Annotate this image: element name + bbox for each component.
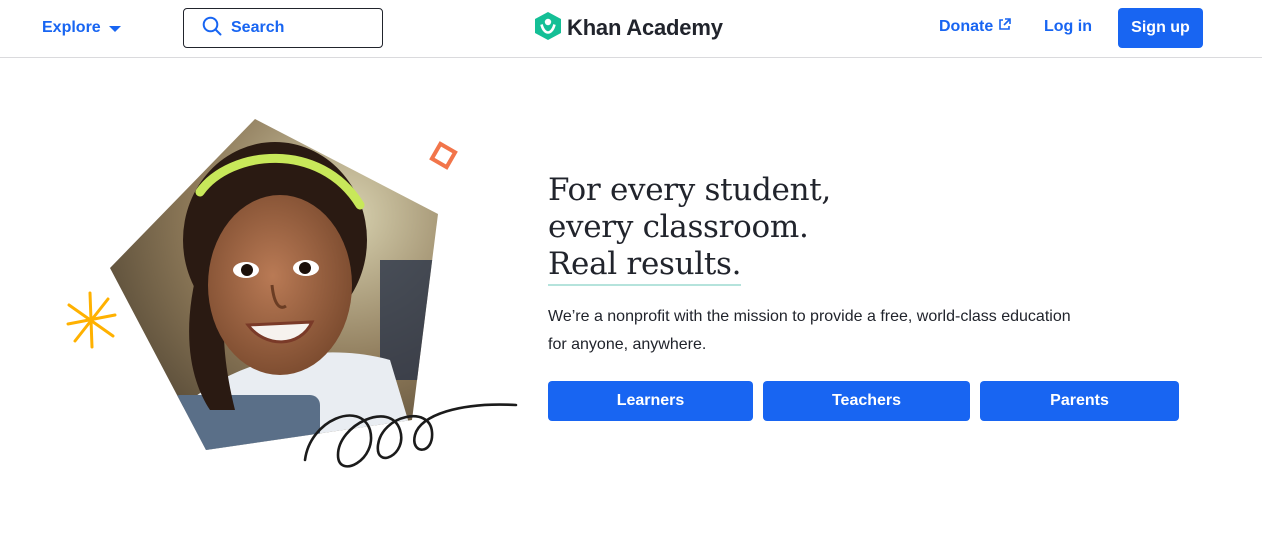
search-button[interactable]: Search bbox=[183, 8, 383, 48]
hero-illustration bbox=[60, 110, 530, 480]
explore-label: Explore bbox=[42, 19, 101, 36]
external-link-icon bbox=[998, 18, 1012, 36]
explore-menu-button[interactable]: Explore bbox=[42, 16, 121, 40]
donate-label: Donate bbox=[939, 18, 994, 35]
decor-starburst bbox=[66, 291, 117, 349]
search-icon bbox=[202, 16, 222, 41]
login-link[interactable]: Log in bbox=[1044, 18, 1092, 36]
top-nav: Explore Search Khan Academy Donate Log i… bbox=[0, 0, 1262, 58]
headline-line: every classroom. bbox=[548, 209, 809, 245]
khan-academy-logo-icon bbox=[535, 11, 561, 45]
subtitle-line: for anyone, anywhere. bbox=[548, 336, 707, 353]
student-photo bbox=[110, 119, 438, 450]
logo-text: Khan Academy bbox=[567, 15, 723, 40]
signup-button[interactable]: Sign up bbox=[1118, 8, 1203, 48]
teachers-button[interactable]: Teachers bbox=[763, 381, 970, 421]
search-label: Search bbox=[231, 19, 285, 36]
hero-subtitle: We’re a nonprofit with the mission to pr… bbox=[548, 303, 1088, 359]
headline-line-underlined: Real results. bbox=[548, 246, 742, 286]
parents-button[interactable]: Parents bbox=[980, 381, 1179, 421]
khan-academy-logo[interactable]: Khan Academy bbox=[535, 11, 723, 45]
decor-diamond bbox=[429, 141, 458, 170]
learners-button[interactable]: Learners bbox=[548, 381, 753, 421]
hero-headline: For every student, every classroom. Real… bbox=[548, 172, 831, 286]
subtitle-line: We’re a nonprofit with the mission to pr… bbox=[548, 308, 1071, 325]
chevron-down-icon bbox=[108, 26, 121, 32]
donate-link[interactable]: Donate bbox=[939, 18, 1012, 36]
headline-line: For every student, bbox=[548, 172, 831, 208]
